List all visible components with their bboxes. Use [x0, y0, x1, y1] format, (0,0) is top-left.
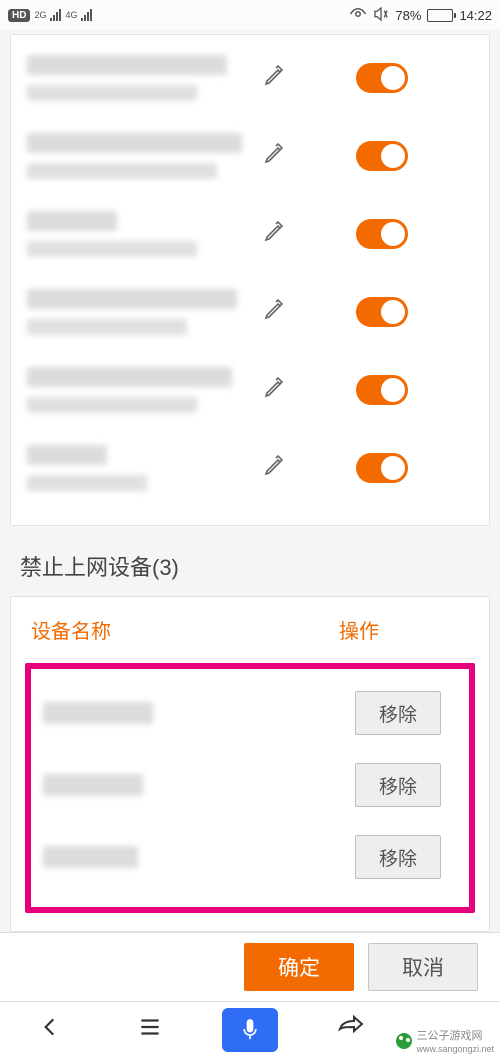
watermark-logo-icon [396, 1033, 412, 1049]
watermark-url: www.sangongzi.net [416, 1044, 494, 1054]
remove-button[interactable]: 移除 [355, 835, 441, 879]
blocked-devices-card: 设备名称 操作 移除 移除 移除 [10, 596, 490, 932]
highlight-annotation: 移除 移除 移除 [25, 663, 475, 913]
device-toggle[interactable] [356, 219, 408, 249]
net1-label: 2G [34, 10, 46, 20]
edit-icon[interactable] [262, 64, 286, 93]
device-name-blur [27, 211, 117, 231]
device-toggle[interactable] [356, 63, 408, 93]
edit-icon[interactable] [262, 220, 286, 249]
voice-button[interactable] [222, 1008, 278, 1052]
device-name-blur [27, 133, 242, 153]
col-action: 操作 [339, 615, 469, 644]
device-name-blur [27, 55, 227, 75]
signal-bars-1 [50, 9, 61, 21]
device-sub-blur [27, 397, 197, 413]
device-toggle[interactable] [356, 297, 408, 327]
device-row [11, 39, 489, 117]
edit-icon[interactable] [262, 142, 286, 171]
eye-icon [349, 7, 367, 24]
net2-label: 4G [65, 10, 77, 20]
blocked-row: 移除 [37, 677, 463, 749]
device-sub-blur [27, 85, 197, 101]
device-name-blur [27, 289, 237, 309]
device-row [11, 117, 489, 195]
edit-icon[interactable] [262, 454, 286, 483]
remove-button[interactable]: 移除 [355, 691, 441, 735]
battery-icon [427, 9, 453, 22]
device-row [11, 351, 489, 429]
watermark: 三公子游戏网 www.sangongzi.net [396, 1027, 494, 1055]
device-toggle[interactable] [356, 141, 408, 171]
menu-icon[interactable] [137, 1014, 163, 1045]
device-toggle[interactable] [356, 375, 408, 405]
action-bar: 确定 取消 [0, 932, 500, 1001]
edit-icon[interactable] [262, 298, 286, 327]
battery-pct: 78% [395, 8, 421, 23]
status-left: HD 2G 4G [8, 9, 92, 22]
allowed-devices-card [10, 34, 490, 526]
blocked-row: 移除 [37, 749, 463, 821]
watermark-brand: 三公子游戏网 [416, 1030, 482, 1042]
blocked-table-header: 设备名称 操作 [25, 611, 475, 659]
share-icon[interactable] [336, 1014, 364, 1045]
device-toggle[interactable] [356, 453, 408, 483]
status-bar: HD 2G 4G 78% 14:22 [0, 0, 500, 30]
blocked-name-blur [43, 846, 138, 868]
device-name-blur [27, 445, 107, 465]
blocked-name-blur [43, 702, 153, 724]
ok-button[interactable]: 确定 [244, 943, 354, 991]
device-sub-blur [27, 163, 217, 179]
device-sub-blur [27, 475, 147, 491]
device-sub-blur [27, 241, 197, 257]
hd-badge: HD [8, 9, 30, 22]
device-row [11, 273, 489, 351]
remove-button[interactable]: 移除 [355, 763, 441, 807]
blocked-section-title: 禁止上网设备(3) [10, 550, 490, 596]
col-device: 设备名称 [31, 615, 339, 644]
device-sub-blur [27, 319, 187, 335]
blocked-name-blur [43, 774, 143, 796]
cancel-button[interactable]: 取消 [368, 943, 478, 991]
signal-bars-2 [81, 9, 92, 21]
mute-icon [373, 6, 389, 25]
status-right: 78% 14:22 [349, 6, 492, 25]
blocked-row: 移除 [37, 821, 463, 893]
clock: 14:22 [459, 8, 492, 23]
edit-icon[interactable] [262, 376, 286, 405]
device-row [11, 195, 489, 273]
device-name-blur [27, 367, 232, 387]
device-row [11, 429, 489, 507]
back-icon[interactable] [37, 1014, 63, 1045]
